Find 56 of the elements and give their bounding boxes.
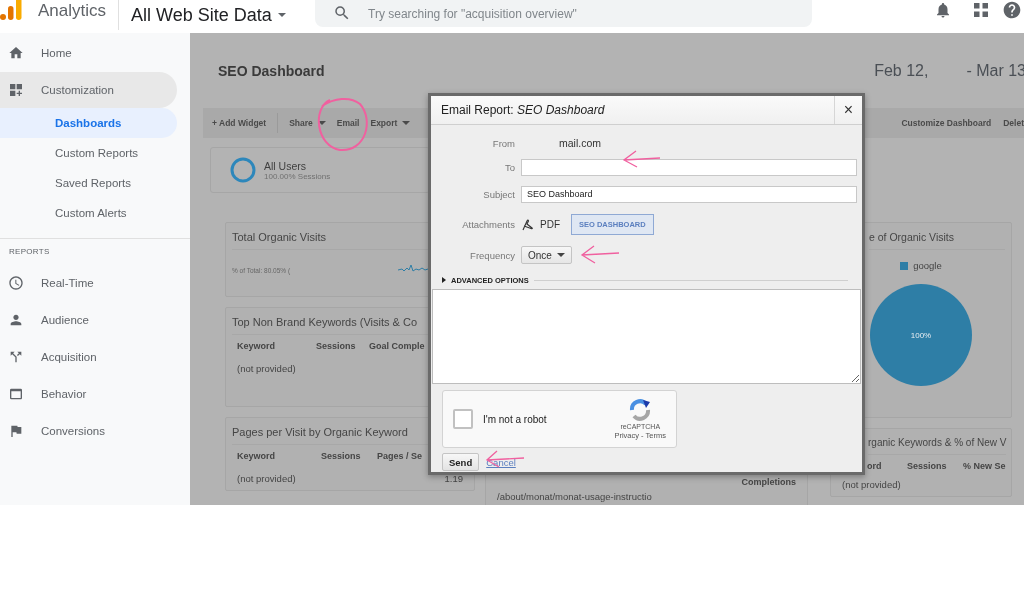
text-field[interactable]: SEO Dashboard <box>521 185 857 203</box>
toolbar-button[interactable]: Delet <box>1003 118 1024 128</box>
slice-label: 100% <box>910 331 932 340</box>
section-heading: REPORTS <box>8 246 51 258</box>
segment-name: All Users <box>264 159 307 172</box>
sidebar-item[interactable]: Conversions <box>0 413 177 449</box>
sidebar-item[interactable]: Audience <box>0 302 177 338</box>
field-label: From <box>491 137 515 149</box>
dialog-title: Email Report: SEO Dashboard <box>440 103 606 117</box>
column-header: Keyword <box>237 451 276 461</box>
column-header: ord <box>866 461 883 471</box>
toolbar-button[interactable]: Customize Dashboard <box>901 118 992 128</box>
format-label: PDF <box>540 218 560 230</box>
product-name: Analytics <box>38 0 107 22</box>
sidebar-item[interactable]: Home <box>0 35 177 71</box>
toolbar-button[interactable]: Email <box>336 118 360 128</box>
column-header: Keyword <box>237 341 276 351</box>
search-field[interactable]: Try searching for "acquisition overview" <box>315 0 812 27</box>
sidebar-item[interactable]: Dashboards <box>0 108 177 138</box>
toolbar-button[interactable]: + Add Widget <box>212 118 267 128</box>
field-label: Frequency <box>469 249 515 261</box>
close-button[interactable]: × <box>834 96 862 124</box>
field-label: To <box>503 162 515 173</box>
widget-title: rganic Keywords & % of New V <box>868 437 1007 455</box>
toolbar-button[interactable]: Share <box>289 118 326 128</box>
frequency-dropdown[interactable]: Once <box>521 246 572 264</box>
column-header: Pages / Se <box>377 451 424 461</box>
date-range-start: Feb 12, <box>874 61 929 80</box>
legend-label: google <box>913 260 942 271</box>
column-header: Sessions <box>321 451 362 461</box>
toolbar-button[interactable]: Export <box>370 118 411 128</box>
send-button[interactable]: Send <box>442 453 480 471</box>
sender-address: mail.com <box>558 137 602 149</box>
captcha-label: I'm not a robot <box>483 413 548 425</box>
sidebar-item[interactable]: Customization <box>0 72 177 108</box>
sidebar-item[interactable]: Custom Reports <box>0 138 177 168</box>
property-selector[interactable]: All Web Site Data <box>131 4 286 26</box>
sidebar-item[interactable]: Real-Time <box>0 265 177 301</box>
column-header: Sessions <box>907 461 948 471</box>
table-cell-text: (not provided) <box>237 363 297 374</box>
table-cell-text: (not provided) <box>842 479 902 490</box>
sidebar-item[interactable]: Behavior <box>0 376 177 412</box>
sidebar-item[interactable]: Saved Reports <box>0 168 177 198</box>
table-cell-text: 1.19 <box>443 473 463 484</box>
field-label: Attachments <box>461 218 515 230</box>
column-header: Sessions <box>316 341 357 351</box>
field-label: Subject <box>482 188 515 200</box>
widget-title: e of Organic Visits <box>869 231 1005 250</box>
column-header: % New Se <box>963 461 1006 471</box>
table-cell-text: (not provided) <box>237 473 297 484</box>
table-cell-text: /about/monat/monat-usage-instructio <box>497 491 653 502</box>
dashboard-title: SEO Dashboard <box>218 62 325 79</box>
column-header: Goal Comple <box>369 341 426 351</box>
column-header: Completions <box>740 477 796 487</box>
sidebar-item[interactable]: Custom Alerts <box>0 198 177 228</box>
sidebar-item[interactable]: Acquisition <box>0 339 177 375</box>
